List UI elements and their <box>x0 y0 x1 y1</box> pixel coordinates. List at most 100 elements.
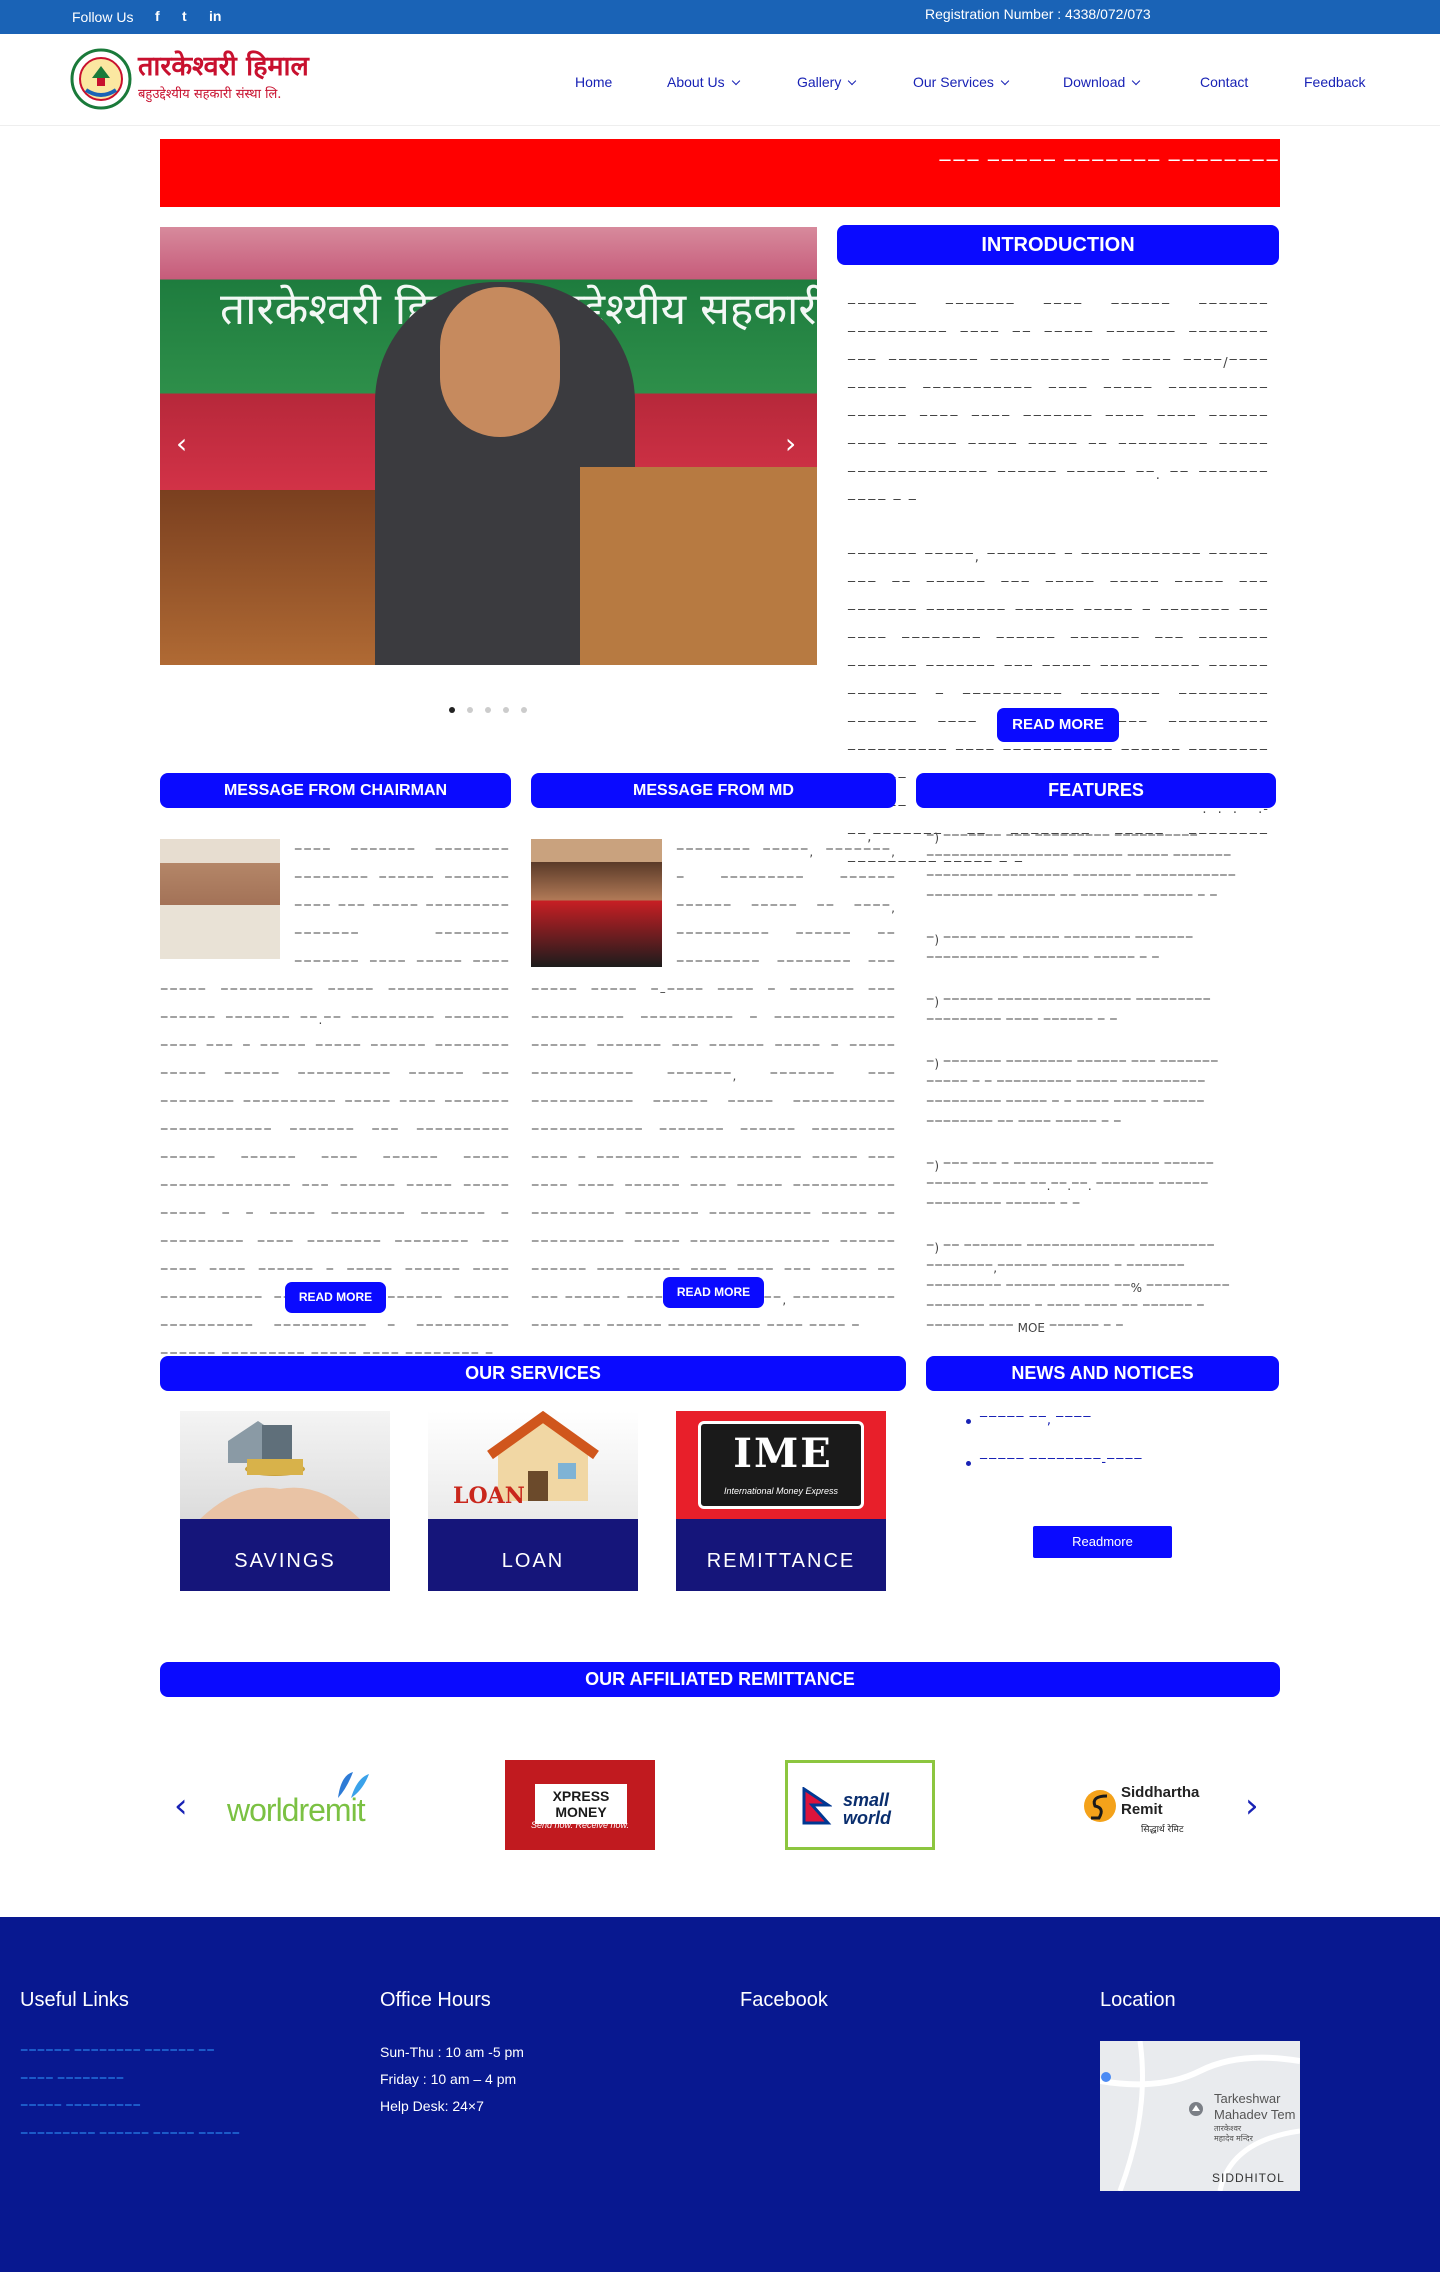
small-world-text: small world <box>843 1790 891 1828</box>
slide-photo-face <box>440 287 560 437</box>
slider-dot[interactable] <box>467 707 473 713</box>
temple-pin-icon <box>1189 2102 1203 2116</box>
slider-dot[interactable] <box>449 707 455 713</box>
siddhartha-remit-subtitle: सिद्धार्थ रेमिट <box>1141 1825 1184 1835</box>
feature-item: ꣻ) ꣻꣻꣻꣻꣻꣻ ꣻꣻꣻꣻꣻꣻꣻꣻꣻꣻꣻꣻꣻꣻꣻꣻ ꣻꣻꣻꣻꣻꣻꣻꣻꣻ ꣻꣻꣻ… <box>926 995 1211 1029</box>
carousel-prev-icon[interactable]: ‹ <box>174 1786 188 1826</box>
news-heading: NEWS AND NOTICES <box>926 1356 1279 1391</box>
ticker-text: ꣻꣻꣻ ꣻꣻꣻꣻꣻ ꣻꣻꣻꣻꣻꣻꣻ ꣻꣻꣻꣻꣻꣻꣻꣻꣻ ꣻꣻꣻꣻ ꣻꣻꣻꣻꣻꣻ <box>938 153 1280 177</box>
nav-home[interactable]: Home <box>575 74 612 90</box>
feature-item: ꣻ) ꣻꣻꣻꣻꣻꣻꣻ ꣻꣻꣻ ꣻꣻꣻꣻꣻꣻꣻꣻꣻ ꣻꣻꣻꣻꣻꣻꣻꣻꣻꣻ ꣻꣻꣻꣻ… <box>926 831 1237 905</box>
intro-read-more-button[interactable]: READ MORE <box>997 708 1119 742</box>
location-heading: Location <box>1100 1989 1176 2011</box>
introduction-paragraph-1: ꣻꣻꣻꣻꣻꣻꣻ ꣻꣻꣻꣻꣻꣻꣻ ꣻꣻꣻꣻ ꣻꣻꣻꣻꣻꣻ ꣻꣻꣻꣻꣻꣻꣻ ꣻꣻꣻꣻ… <box>847 300 1269 511</box>
site-header: तारकेश्वरी हिमाल बहुउद्देश्यीय सहकारी सं… <box>0 34 1440 126</box>
useful-links-heading: Useful Links <box>20 1989 129 2011</box>
news-item-link[interactable]: ꣻꣻꣻꣻꣻ ꣻꣻꣻꣻꣻꣻꣻꣻ-ꣻꣻꣻꣻ <box>966 1455 1143 1470</box>
nav-about-us[interactable]: About Us <box>667 74 740 90</box>
loan-image: LOAN <box>428 1410 638 1519</box>
nav-feedback[interactable]: Feedback <box>1304 74 1365 90</box>
chevron-down-icon <box>1132 76 1141 86</box>
site-logo[interactable]: तारकेश्वरी हिमाल बहुउद्देश्यीय सहकारी सं… <box>70 44 309 114</box>
features-list: ꣻ) ꣻꣻꣻꣻꣻꣻꣻ ꣻꣻꣻ ꣻꣻꣻꣻꣻꣻꣻꣻꣻ ꣻꣻꣻꣻꣻꣻꣻꣻꣻꣻ ꣻꣻꣻꣻ… <box>926 828 1251 1360</box>
slider-dot[interactable] <box>485 707 491 713</box>
service-card-remittance[interactable]: IME International Money Express REMITTAN… <box>676 1411 886 1591</box>
nav-services-label: Our Services <box>913 74 994 90</box>
slider-dots <box>449 698 539 717</box>
loan-label: LOAN <box>428 1519 638 1591</box>
twitter-icon[interactable]: t <box>182 8 187 24</box>
slider-dot[interactable] <box>503 707 509 713</box>
remittance-label: REMITTANCE <box>676 1519 886 1591</box>
nav-gallery[interactable]: Gallery <box>797 74 857 90</box>
top-bar: Follow Us f t in Registration Number : 4… <box>0 0 1440 34</box>
footer-link[interactable]: ꣻꣻꣻꣻꣻꣻ ꣻꣻꣻꣻꣻꣻꣻꣻ ꣻꣻꣻꣻꣻꣻ ꣻꣻ <box>20 2046 215 2061</box>
service-card-savings[interactable]: SAVINGS <box>180 1411 390 1591</box>
footer-link[interactable]: ꣻꣻꣻꣻꣻ ꣻꣻꣻꣻꣻꣻꣻꣻꣻ <box>20 2101 141 2116</box>
chevron-down-icon <box>1000 76 1010 86</box>
partner-siddhartha-remit-logo[interactable]: Siddhartha Remit सिद्धार्थ रेमिट <box>1065 1760 1215 1850</box>
ime-logo-box: IME International Money Express <box>698 1421 864 1509</box>
xpress-money-text: XPRESS MONEY <box>535 1784 627 1824</box>
ime-logo-subtitle: International Money Express <box>723 1486 839 1496</box>
nav-gallery-label: Gallery <box>797 74 842 90</box>
xpress-money-tagline: Send now. Receive now. <box>530 1820 630 1830</box>
office-hours-line: Help Desk: 24×7 <box>380 2098 484 2114</box>
md-heading: MESSAGE FROM MD <box>531 773 896 808</box>
partner-worldremit-logo[interactable]: worldremit <box>225 1760 375 1850</box>
chevron-down-icon <box>848 76 857 86</box>
news-item-link[interactable]: ꣻꣻꣻꣻꣻ ꣻꣻ, ꣻꣻꣻꣻ <box>966 1413 1092 1428</box>
savings-house-coins-icon <box>200 1421 360 1519</box>
footer-link[interactable]: ꣻꣻꣻꣻ ꣻꣻꣻꣻꣻꣻꣻꣻ <box>20 2074 124 2089</box>
feature-item: ꣻ) ꣻꣻ ꣻꣻꣻꣻꣻꣻꣻ ꣻꣻꣻꣻꣻꣻꣻꣻꣻꣻꣻꣻꣻ ꣻꣻꣻꣻꣻꣻꣻꣻꣻ ꣻꣻ… <box>926 1241 1230 1335</box>
map-label: महादेव मन्दिर <box>1214 2134 1253 2143</box>
chairman-read-more-button[interactable]: READ MORE <box>285 1282 386 1313</box>
slider-next-icon[interactable]: › <box>785 427 796 460</box>
savings-image <box>180 1411 390 1519</box>
footer-link[interactable]: ꣻꣻꣻꣻꣻꣻꣻꣻꣻ ꣻꣻꣻꣻꣻꣻ ꣻꣻꣻꣻꣻ ꣻꣻꣻꣻꣻ <box>20 2129 240 2144</box>
loan-sign-text: LOAN <box>453 1483 525 1509</box>
registration-number: Registration Number : 4338/072/073 <box>925 6 1151 22</box>
facebook-heading: Facebook <box>740 1989 828 2011</box>
office-hours-line: Sun-Thu : 10 am -5 pm <box>380 2044 524 2060</box>
introduction-heading: INTRODUCTION <box>837 225 1279 265</box>
ime-logo-text: IME <box>733 1430 833 1477</box>
nav-download[interactable]: Download <box>1063 74 1141 90</box>
logo-emblem-icon <box>70 48 132 110</box>
office-hours-line: Friday : 10 am – 4 pm <box>380 2071 517 2087</box>
news-ticker: ꣻꣻꣻ ꣻꣻꣻꣻꣻ ꣻꣻꣻꣻꣻꣻꣻ ꣻꣻꣻꣻꣻꣻꣻꣻꣻ ꣻꣻꣻꣻ ꣻꣻꣻꣻꣻꣻ <box>160 139 1280 207</box>
slider-prev-icon[interactable]: ‹ <box>176 427 187 460</box>
logo-title: तारकेश्वरी हिमाल <box>138 51 309 82</box>
md-message-text: ꣻꣻꣻꣻꣻꣻꣻꣻ ꣻꣻꣻꣻꣻ, ꣻꣻꣻꣻꣻꣻꣻ, ꣻ ꣻꣻꣻꣻꣻꣻꣻꣻꣻ ꣻꣻꣻ… <box>531 838 896 1342</box>
nav-download-label: Download <box>1063 74 1126 90</box>
map-label: Mahadev Tem <box>1214 2107 1296 2122</box>
partner-small-world-logo[interactable]: small world <box>785 1760 935 1850</box>
partner-xpress-money-logo[interactable]: XPRESS MONEY Send now. Receive now. <box>505 1760 655 1850</box>
service-card-loan[interactable]: LOAN LOAN <box>428 1410 638 1591</box>
linkedin-icon[interactable]: in <box>209 8 221 24</box>
siddhartha-remit-text: Siddhartha Remit <box>1121 1784 1200 1818</box>
feature-item: ꣻ) ꣻꣻꣻꣻꣻꣻꣻ ꣻꣻꣻꣻꣻꣻꣻꣻ ꣻꣻꣻꣻꣻꣻ ꣻꣻꣻ ꣻꣻꣻꣻꣻꣻꣻ ꣻ… <box>926 1057 1219 1131</box>
features-heading: FEATURES <box>916 773 1276 808</box>
feature-item: ꣻ) ꣻꣻꣻ ꣻꣻꣻ ꣻ ꣻꣻꣻꣻꣻꣻꣻꣻꣻꣻ ꣻꣻꣻꣻꣻꣻꣻ ꣻꣻꣻꣻꣻꣻ ꣻ… <box>926 1159 1214 1213</box>
location-map[interactable]: Tarkeshwar Mahadev Tem तारकेश्वर महादेव … <box>1100 2041 1300 2191</box>
md-read-more-button[interactable]: READ MORE <box>663 1277 764 1308</box>
map-label: Tarkeshwar <box>1214 2091 1281 2106</box>
facebook-icon[interactable]: f <box>155 8 160 24</box>
nav-our-services[interactable]: Our Services <box>913 74 1010 90</box>
affiliated-heading: OUR AFFILIATED REMITTANCE <box>160 1662 1280 1697</box>
chairman-photo-spacer <box>160 838 294 966</box>
worldremit-leaf-icon <box>338 1772 369 1798</box>
nav-about-label: About Us <box>667 74 725 90</box>
siddhartha-s-icon <box>1084 1790 1116 1822</box>
logo-subtitle: बहुउद्देश्यीय सहकारी संस्था लि. <box>138 87 282 102</box>
nav-contact[interactable]: Contact <box>1200 74 1248 90</box>
news-readmore-button[interactable]: Readmore <box>1033 1526 1172 1558</box>
site-footer: Useful Links ꣻꣻꣻꣻꣻꣻ ꣻꣻꣻꣻꣻꣻꣻꣻ ꣻꣻꣻꣻꣻꣻ ꣻꣻ ꣻ… <box>0 1917 1440 2272</box>
carousel-next-icon[interactable]: › <box>1245 1786 1259 1826</box>
follow-us-label: Follow Us <box>72 9 134 25</box>
introduction-text: ꣻꣻꣻꣻꣻꣻꣻ ꣻꣻꣻꣻꣻꣻꣻ ꣻꣻꣻꣻ ꣻꣻꣻꣻꣻꣻ ꣻꣻꣻꣻꣻꣻꣻ ꣻꣻꣻꣻ… <box>847 294 1269 906</box>
slider-dot[interactable] <box>521 707 527 713</box>
chairman-heading: MESSAGE FROM CHAIRMAN <box>160 773 511 808</box>
remittance-image: IME International Money Express <box>676 1411 886 1519</box>
